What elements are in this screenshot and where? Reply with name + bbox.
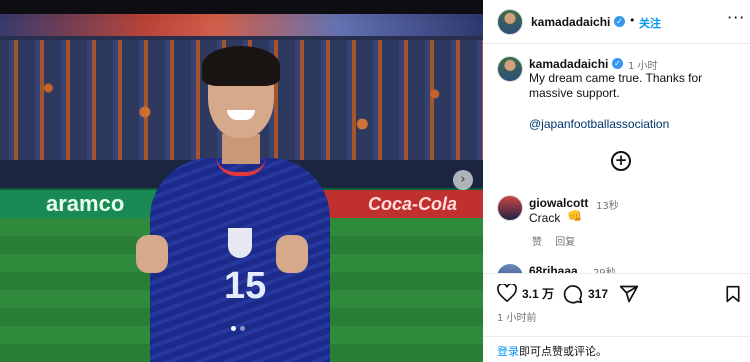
- carousel-dot: [240, 326, 245, 331]
- like-action[interactable]: 3.1 万: [497, 284, 554, 302]
- comment-avatar[interactable]: [497, 195, 523, 221]
- right-fist: [276, 235, 308, 273]
- login-prompt-text: 即可点赞或评论。: [519, 345, 607, 358]
- next-slide-button[interactable]: ›: [453, 170, 473, 190]
- like-count: 3.1 万: [522, 286, 555, 301]
- jersey-number: 15: [224, 265, 267, 307]
- post-timestamp: 1 小时前: [497, 313, 537, 324]
- verified-badge-icon: ✓: [614, 16, 625, 27]
- caption-timestamp: 1 小时: [628, 61, 658, 72]
- load-more-comments-icon[interactable]: +: [611, 151, 631, 171]
- comment-action[interactable]: 317: [563, 284, 608, 304]
- share-action[interactable]: [619, 284, 639, 304]
- mention-link[interactable]: @japanfootballassociation: [529, 117, 669, 131]
- comment-actions: 赞 回复: [532, 233, 585, 248]
- save-button[interactable]: [725, 285, 741, 307]
- fist-emoji-icon: 👊: [567, 209, 582, 223]
- comment-like-button[interactable]: 赞: [532, 237, 542, 248]
- player-neck: [222, 134, 260, 164]
- left-fist: [136, 235, 168, 273]
- caption-username[interactable]: kamadadaichi: [529, 57, 608, 71]
- comment-icon[interactable]: [563, 284, 583, 304]
- comment-avatar[interactable]: [497, 264, 523, 273]
- follow-button[interactable]: 关注: [639, 15, 661, 31]
- bookmark-icon[interactable]: [725, 285, 741, 303]
- more-options-icon[interactable]: ···: [727, 8, 745, 27]
- caption-verified-badge-icon: ✓: [612, 58, 623, 69]
- post-header: kamadadaichi ✓ • 关注 ···: [483, 0, 750, 44]
- heart-icon[interactable]: [497, 284, 517, 302]
- jersey-crest: [228, 228, 252, 258]
- board-sponsor-left: aramco: [46, 191, 125, 216]
- comment-timestamp: 13秒: [596, 201, 619, 212]
- author-avatar[interactable]: [497, 9, 523, 35]
- comment-username[interactable]: 68rihaaa: [529, 264, 578, 273]
- stadium-lights: [0, 14, 483, 36]
- board-sponsor-right: Coca-Cola: [368, 194, 458, 214]
- post-panel: kamadadaichi ✓ • 关注 ··· kamadadaichi ✓ 1…: [483, 0, 750, 362]
- comment-username[interactable]: giowalcott: [529, 196, 588, 210]
- caption-avatar[interactable]: [497, 56, 523, 82]
- login-prompt: 登录即可点赞或评论。: [483, 336, 750, 359]
- post-actions-bar: 3.1 万 317 1 小时前 登录即可点赞或评论。: [483, 273, 750, 362]
- comment-text: Crack: [529, 211, 561, 225]
- comment-timestamp: 29秒: [593, 264, 616, 273]
- comment-reply-button[interactable]: 回复: [555, 237, 575, 248]
- share-icon[interactable]: [619, 284, 639, 304]
- player-hair: [202, 46, 280, 86]
- post-photo[interactable]: aramco Coca-Cola 15 ›: [0, 0, 483, 362]
- author-username[interactable]: kamadadaichi: [531, 15, 610, 29]
- carousel-indicator: [231, 326, 245, 331]
- comment-count: 317: [588, 287, 609, 301]
- player-figure: 15: [130, 46, 350, 362]
- separator-dot: •: [629, 14, 636, 27]
- carousel-dot-active: [231, 326, 236, 331]
- post-caption: My dream came true. Thanks for massive s…: [529, 71, 703, 100]
- login-link[interactable]: 登录: [497, 345, 519, 358]
